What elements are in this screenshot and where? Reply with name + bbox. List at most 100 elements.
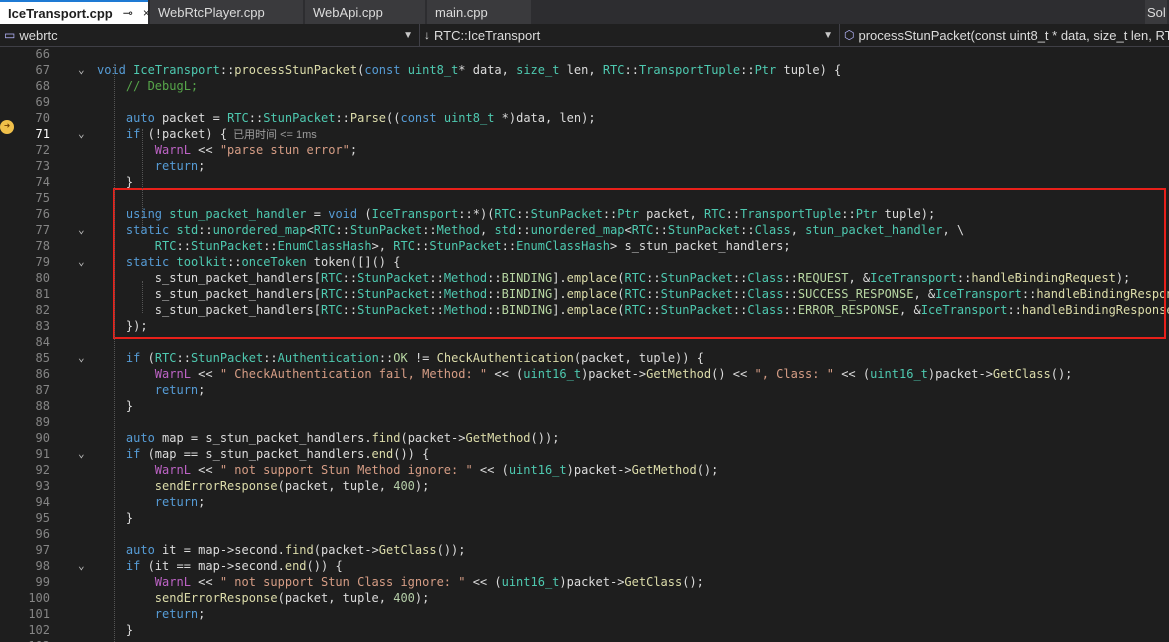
code-line-71[interactable]: 71 ⌄ if (!packet) {已用时间 <= 1ms: [0, 126, 1169, 142]
line-number: 74: [35, 175, 50, 189]
code-text: }: [97, 399, 134, 413]
fold-chevron-icon[interactable]: ⌄: [78, 126, 90, 142]
fold-chevron-icon[interactable]: ⌄: [78, 446, 90, 462]
line-number: 75: [35, 191, 50, 205]
code-line-100[interactable]: 100 sendErrorResponse(packet, tuple, 400…: [0, 590, 1169, 606]
project-label: webrtc: [19, 27, 58, 43]
fold-chevron-icon[interactable]: ⌄: [78, 254, 90, 270]
code-line-67[interactable]: 67 ⌄ void IceTransport::processStunPacket(…: [0, 62, 1169, 78]
tab-webrtcplayer-cpp[interactable]: WebRtcPlayer.cpp: [150, 0, 303, 24]
line-number: 68: [35, 79, 50, 93]
line-number: 86: [35, 367, 50, 381]
code-line-94[interactable]: 94 return;: [0, 494, 1169, 510]
code-line-101[interactable]: 101 return;: [0, 606, 1169, 622]
line-number: 85: [35, 351, 50, 365]
code-text: WarnL << " not support Stun Class ignore…: [154, 575, 704, 589]
code-line-79[interactable]: 79 ⌄ static toolkit::onceToken token([]()…: [0, 254, 1169, 270]
close-icon[interactable]: ×: [143, 6, 150, 20]
code-line-78[interactable]: 78 RTC::StunPacket::EnumClassHash>, RTC:…: [0, 238, 1169, 254]
code-text: using stun_packet_handler = void (IceTra…: [125, 207, 936, 221]
code-line-72[interactable]: 72 WarnL << "parse stun error";: [0, 142, 1169, 158]
code-line-103[interactable]: 103: [0, 638, 1169, 642]
line-number: 81: [35, 287, 50, 301]
line-number: 91: [35, 447, 50, 461]
line-number: 71: [35, 127, 50, 141]
code-text: auto map = s_stun_packet_handlers.find(p…: [125, 431, 560, 445]
code-text: }: [97, 511, 134, 525]
code-line-92[interactable]: 92 WarnL << " not support Stun Method ig…: [0, 462, 1169, 478]
code-line-96[interactable]: 96: [0, 526, 1169, 542]
code-line-88[interactable]: 88 }: [0, 398, 1169, 414]
line-number: 76: [35, 207, 50, 221]
line-number: 103: [16, 638, 50, 642]
code-text: s_stun_packet_handlers[RTC::StunPacket::…: [97, 303, 1169, 317]
line-number: 92: [35, 463, 50, 477]
tab-webapi-cpp[interactable]: WebApi.cpp: [305, 0, 425, 24]
tab-label: WebApi.cpp: [313, 4, 383, 20]
code-line-66[interactable]: 66: [0, 47, 1169, 62]
code-line-99[interactable]: 99 WarnL << " not support Stun Class ign…: [0, 574, 1169, 590]
code-line-81[interactable]: 81 s_stun_packet_handlers[RTC::StunPacke…: [0, 286, 1169, 302]
code-line-77[interactable]: 77 ⌄ static std::unordered_map<RTC::StunP…: [0, 222, 1169, 238]
code-line-84[interactable]: 84: [0, 334, 1169, 350]
code-line-83[interactable]: 83 });: [0, 318, 1169, 334]
indent-guide: [142, 281, 143, 313]
code-line-102[interactable]: 102 }: [0, 622, 1169, 638]
fold-chevron-icon[interactable]: ⌄: [78, 350, 90, 366]
scope-dropdown[interactable]: ↓ RTC::IceTransport ▼: [420, 24, 840, 46]
member-label: processStunPacket(const uint8_t * data, …: [858, 27, 1169, 43]
code-line-93[interactable]: 93 sendErrorResponse(packet, tuple, 400)…: [0, 478, 1169, 494]
code-text: static toolkit::onceToken token([]() {: [125, 255, 401, 269]
code-line-75[interactable]: 75: [0, 190, 1169, 206]
navigation-bar: ▭ webrtc ▼ ↓ RTC::IceTransport ▼ ⬡ proce…: [0, 24, 1169, 47]
tab-main-cpp[interactable]: main.cpp: [427, 0, 531, 24]
code-line-73[interactable]: 73 return;: [0, 158, 1169, 174]
code-text: auto packet = RTC::StunPacket::Parse((co…: [125, 111, 596, 125]
method-cube-icon: ⬡: [844, 28, 855, 42]
line-number: 100: [28, 591, 50, 605]
code-line-89[interactable]: 89: [0, 414, 1169, 430]
line-number: 79: [35, 255, 50, 269]
code-line-74[interactable]: 74 }: [0, 174, 1169, 190]
code-text: s_stun_packet_handlers[RTC::StunPacket::…: [97, 287, 1169, 301]
code-line-90[interactable]: 90 auto map = s_stun_packet_handlers.fin…: [0, 430, 1169, 446]
code-line-80[interactable]: 80 s_stun_packet_handlers[RTC::StunPacke…: [0, 270, 1169, 286]
project-dropdown[interactable]: ▭ webrtc ▼: [0, 24, 420, 46]
line-number: 89: [35, 415, 50, 429]
tab-icetransport-cpp[interactable]: IceTransport.cpp ⊸ ×: [0, 0, 150, 24]
line-number: 72: [35, 143, 50, 157]
code-text: if (RTC::StunPacket::Authentication::OK …: [125, 351, 704, 365]
scope-arrow-icon: ↓: [424, 28, 430, 42]
line-number: 101: [28, 607, 50, 621]
code-line-69[interactable]: 69: [0, 94, 1169, 110]
code-text: WarnL << " not support Stun Method ignor…: [154, 463, 719, 477]
chevron-down-icon: ▼: [403, 29, 413, 41]
code-text: if (it == map->second.end()) {: [125, 559, 343, 573]
code-editor[interactable]: 66 67 ⌄ void IceTransport::processStunPacke…: [0, 47, 1169, 642]
code-text: static std::unordered_map<RTC::StunPacke…: [125, 223, 965, 237]
fold-chevron-icon[interactable]: ⌄: [78, 222, 90, 238]
tab-overflow[interactable]: Sol: [1145, 0, 1167, 24]
line-number: 95: [35, 511, 50, 525]
code-line-86[interactable]: 86 WarnL << " CheckAuthentication fail, …: [0, 366, 1169, 382]
code-line-87[interactable]: 87 return;: [0, 382, 1169, 398]
code-line-85[interactable]: 85 ⌄ if (RTC::StunPacket::Authentication:…: [0, 350, 1169, 366]
code-line-76[interactable]: 76 using stun_packet_handler = void (Ice…: [0, 206, 1169, 222]
fold-chevron-icon[interactable]: ⌄: [78, 558, 90, 574]
pin-icon[interactable]: ⊸: [123, 6, 133, 20]
line-number: 80: [35, 271, 50, 285]
code-line-98[interactable]: 98 ⌄ if (it == map->second.end()) {: [0, 558, 1169, 574]
code-text: }: [97, 623, 134, 637]
line-number: 77: [35, 223, 50, 237]
code-line-97[interactable]: 97 auto it = map->second.find(packet->Ge…: [0, 542, 1169, 558]
code-line-91[interactable]: 91 ⌄ if (map == s_stun_packet_handlers.en…: [0, 446, 1169, 462]
line-number: 94: [35, 495, 50, 509]
tab-label: WebRtcPlayer.cpp: [158, 4, 265, 20]
code-text: sendErrorResponse(packet, tuple, 400);: [154, 591, 430, 605]
code-line-68[interactable]: 68 // DebugL;: [0, 78, 1169, 94]
code-line-82[interactable]: 82 s_stun_packet_handlers[RTC::StunPacke…: [0, 302, 1169, 318]
code-line-70[interactable]: 70 auto packet = RTC::StunPacket::Parse(…: [0, 110, 1169, 126]
member-dropdown[interactable]: ⬡ processStunPacket(const uint8_t * data…: [840, 24, 1169, 46]
fold-chevron-icon[interactable]: ⌄: [78, 62, 90, 78]
code-line-95[interactable]: 95 }: [0, 510, 1169, 526]
